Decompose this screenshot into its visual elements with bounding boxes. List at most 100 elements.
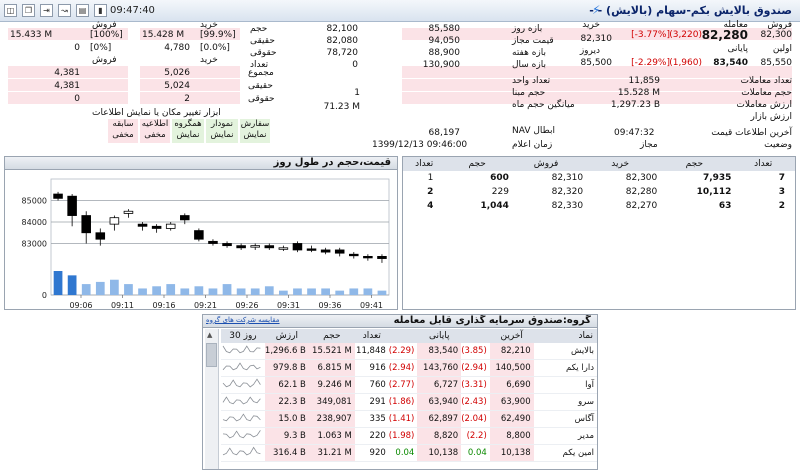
- group-last-ch: (3.31): [461, 376, 490, 394]
- group-close-ch: (1.86): [388, 393, 418, 411]
- group-close-ch: (2.77): [388, 376, 418, 394]
- tool-announcements[interactable]: اطلاعیه مخفی: [140, 119, 170, 143]
- label: حجم: [250, 24, 268, 34]
- label: حقوقی: [250, 48, 277, 58]
- chart-tool-icon[interactable]: ↝: [58, 4, 71, 17]
- group-value: 62.1 B: [264, 376, 309, 394]
- trade-count: 11,859: [628, 76, 661, 86]
- intraday-chart[interactable]: 85000 84000 83000 0 09:06 09:11 09:16 09:21 09:2…: [5, 171, 397, 309]
- group-panel: گروه:صندوق سرمایه گذاری قابل معامله مقای…: [202, 314, 598, 470]
- volume-bar: [377, 290, 387, 295]
- volume-bar: [53, 271, 63, 295]
- group-row[interactable]: 979.8 B 6.815 M 916 (2.94) 143,760 (2.94) 140,…: [221, 359, 597, 377]
- buy-volume: 10,112: [696, 187, 732, 197]
- group-last: 10,138: [489, 444, 534, 462]
- label: بازه هفته: [512, 48, 547, 58]
- group-row[interactable]: 62.1 B 9.246 M 760 (2.77) 6,727 (3.31) 6,690 آو…: [221, 376, 597, 394]
- x-tick-label: 09:41: [360, 301, 383, 309]
- label: اولین: [772, 44, 792, 54]
- group-row[interactable]: 15.0 B 238,907 335 (1.41) 62,897 (2.04) 62,490…: [221, 410, 597, 428]
- order-row[interactable]: 1 600 82,310 82,300 7,935 7: [403, 171, 795, 185]
- col-header: تعداد: [354, 329, 389, 343]
- tool-chart[interactable]: نمودار نمایش: [206, 119, 238, 143]
- group-name: مدیر: [533, 427, 597, 445]
- buy-real-pct: [99.9%]: [200, 30, 236, 40]
- group-close-ch: (2.94): [388, 359, 418, 377]
- yesterday-price: 85,500: [580, 58, 613, 68]
- group-row[interactable]: 1,296.6 B 15.521 M 11,848 (2.29) 83,540 (3.85…: [221, 343, 597, 360]
- tool-history[interactable]: سابقه مخفی: [108, 119, 138, 143]
- compare-group-link[interactable]: مقایسه شرکت های گروه: [206, 316, 280, 324]
- export-icon[interactable]: ⇥: [40, 4, 53, 17]
- label: خرید: [582, 20, 600, 30]
- label: حقیقی: [250, 36, 275, 46]
- trade-status: مجاز: [640, 140, 658, 150]
- buy-count: 2: [778, 201, 785, 211]
- order-book-table: تعداد حجم فروش خرید حجم تعداد 1 600 82,3…: [403, 157, 795, 213]
- last-change-pct: [-3.77%]: [631, 30, 670, 40]
- label: آخرین اطلاعات قیمت: [711, 128, 792, 138]
- group-value: 1,296.6 B: [264, 343, 309, 360]
- sell-legal-count: 0: [74, 94, 80, 104]
- sell-count: 1: [427, 173, 434, 183]
- candle-body: [109, 217, 120, 225]
- col-header: تعداد: [731, 157, 795, 171]
- volume-bar: [321, 288, 330, 295]
- group-name: آگاس: [533, 410, 597, 428]
- volume-bar: [208, 288, 218, 295]
- sell-price: 82,320: [551, 187, 584, 197]
- group-row[interactable]: 9.3 B 1.063 M 220 (1.98) 8,820 (2.2) 8,800 مدیر: [221, 427, 597, 445]
- range-low: 82,100: [326, 24, 359, 34]
- candle-body: [81, 215, 91, 234]
- tool-group[interactable]: همگروه نمایش: [172, 119, 204, 143]
- buy-legal-volume: 4,780: [164, 43, 190, 53]
- order-row[interactable]: 2 229 82,320 82,280 10,112 3: [403, 185, 795, 199]
- label: حجم مبنا: [512, 88, 546, 98]
- order-row[interactable]: 4 1,044 82,330 82,270 63 2: [403, 199, 795, 213]
- candle-body: [53, 193, 63, 199]
- sparkline-30d: [221, 444, 265, 462]
- scroll-up-icon[interactable]: ▲: [207, 331, 212, 339]
- group-count: 760: [354, 376, 389, 394]
- candle-body: [123, 210, 134, 214]
- print-icon[interactable]: ◫: [4, 4, 17, 17]
- base-volume: 1: [354, 88, 360, 98]
- buy-real-count: 5,024: [164, 81, 190, 91]
- buy-legal-count: 2: [184, 94, 190, 104]
- candle-icon[interactable]: ▮: [94, 4, 107, 17]
- last-trade-price: 82,280: [701, 28, 748, 42]
- group-vol: 15.521 M: [308, 343, 355, 360]
- volume-bar: [67, 275, 77, 295]
- candle-body: [363, 256, 373, 259]
- col-header: حجم: [657, 157, 732, 171]
- scroll-thumb[interactable]: [206, 343, 217, 367]
- label: قیمت مجاز: [512, 36, 554, 46]
- layout-icon[interactable]: ▤: [76, 4, 89, 17]
- candle-body: [67, 195, 77, 216]
- sparkline-path: [222, 430, 261, 439]
- group-value: 22.3 B: [264, 393, 309, 411]
- col-header: ارزش: [264, 329, 309, 343]
- copy-icon[interactable]: ❐: [22, 4, 35, 17]
- group-row[interactable]: 22.3 B 349,081 291 (1.86) 63,940 (2.43) 63,900…: [221, 393, 597, 411]
- volume-bar: [152, 286, 161, 295]
- sparkline-path: [222, 396, 261, 405]
- candle-body: [306, 248, 317, 251]
- volume-bar: [363, 288, 373, 295]
- group-count: 335: [354, 410, 389, 428]
- group-vol: 9.246 M: [308, 376, 355, 394]
- sell-real-pct: [100%]: [90, 30, 123, 40]
- buy-volume: 7,935: [702, 173, 732, 183]
- buy-total-count: 5,026: [164, 68, 190, 78]
- sparkline-30d: [221, 359, 265, 377]
- candle-body: [334, 249, 345, 254]
- label: حقوقی: [248, 94, 275, 104]
- group-row[interactable]: 316.4 B 31.21 M 920 0.04 10,138 0.04 10,138 امی…: [221, 444, 597, 462]
- sell-real-volume: 15.433 M: [10, 30, 53, 40]
- tool-orders[interactable]: سفارش نمایش: [240, 119, 270, 143]
- buy-price: 82,280: [625, 187, 658, 197]
- close-price: 83,540: [713, 58, 748, 68]
- group-vol: 6.815 M: [308, 359, 355, 377]
- scrollbar[interactable]: ▲: [205, 329, 219, 469]
- group-close-ch: (1.41): [388, 410, 418, 428]
